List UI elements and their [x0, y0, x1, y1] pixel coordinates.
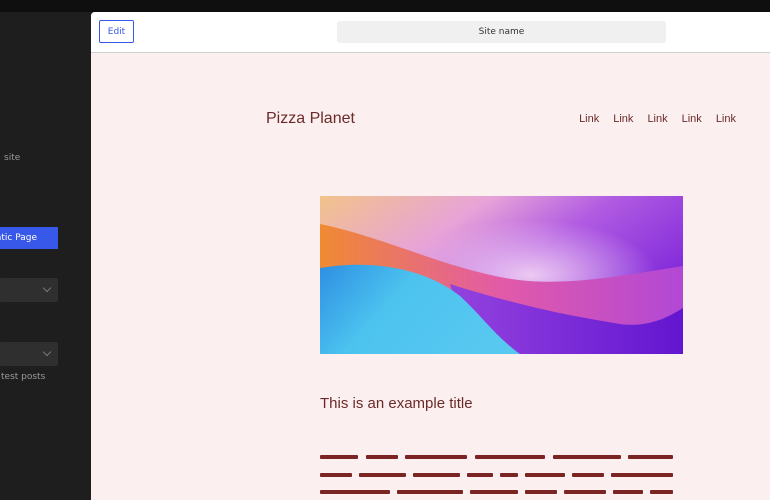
- preview-toolbar: Edit Site name: [91, 12, 770, 53]
- sidebar-site-label: site: [4, 153, 21, 163]
- placeholder-line: [467, 473, 493, 477]
- placeholder-line: [470, 490, 518, 494]
- nav-link-1[interactable]: Link: [579, 113, 599, 125]
- nav-link-5[interactable]: Link: [716, 113, 736, 125]
- site-brand[interactable]: Pizza Planet: [266, 110, 355, 128]
- placeholder-line: [628, 455, 673, 459]
- editor-top-strip: [0, 0, 770, 12]
- nav-link-3[interactable]: Link: [647, 113, 667, 125]
- homepage-select[interactable]: [0, 278, 58, 302]
- placeholder-line: [613, 490, 643, 494]
- post-title[interactable]: This is an example title: [320, 395, 473, 412]
- placeholder-line: [320, 455, 358, 459]
- chevron-down-icon: [42, 347, 52, 357]
- hero-image: [320, 196, 683, 354]
- posts-page-select[interactable]: [0, 342, 58, 366]
- sidebar-latest-posts-label: test posts: [1, 372, 46, 382]
- site-preview: Edit Site name Pizza Planet Link Link Li…: [91, 12, 770, 500]
- placeholder-line: [413, 473, 460, 477]
- edit-button[interactable]: Edit: [99, 20, 134, 43]
- placeholder-line: [564, 490, 606, 494]
- placeholder-line: [320, 473, 352, 477]
- placeholder-line: [572, 473, 604, 477]
- placeholder-line: [475, 455, 545, 459]
- placeholder-line: [553, 455, 621, 459]
- placeholder-line: [366, 455, 398, 459]
- chevron-down-icon: [42, 283, 52, 293]
- placeholder-line: [525, 473, 565, 477]
- static-page-button[interactable]: atic Page: [0, 227, 58, 249]
- placeholder-line: [525, 490, 557, 494]
- placeholder-line: [500, 473, 518, 477]
- placeholder-line: [359, 473, 406, 477]
- placeholder-line: [320, 490, 390, 494]
- placeholder-line: [405, 455, 467, 459]
- nav-link-2[interactable]: Link: [613, 113, 633, 125]
- site-name-field[interactable]: Site name: [337, 21, 666, 43]
- placeholder-line: [650, 490, 673, 494]
- settings-sidebar: site atic Page test posts: [0, 12, 91, 500]
- static-page-button-label: atic Page: [0, 233, 37, 243]
- placeholder-line: [397, 490, 463, 494]
- site-nav: Link Link Link Link Link: [579, 113, 736, 125]
- nav-link-4[interactable]: Link: [682, 113, 702, 125]
- placeholder-line: [611, 473, 673, 477]
